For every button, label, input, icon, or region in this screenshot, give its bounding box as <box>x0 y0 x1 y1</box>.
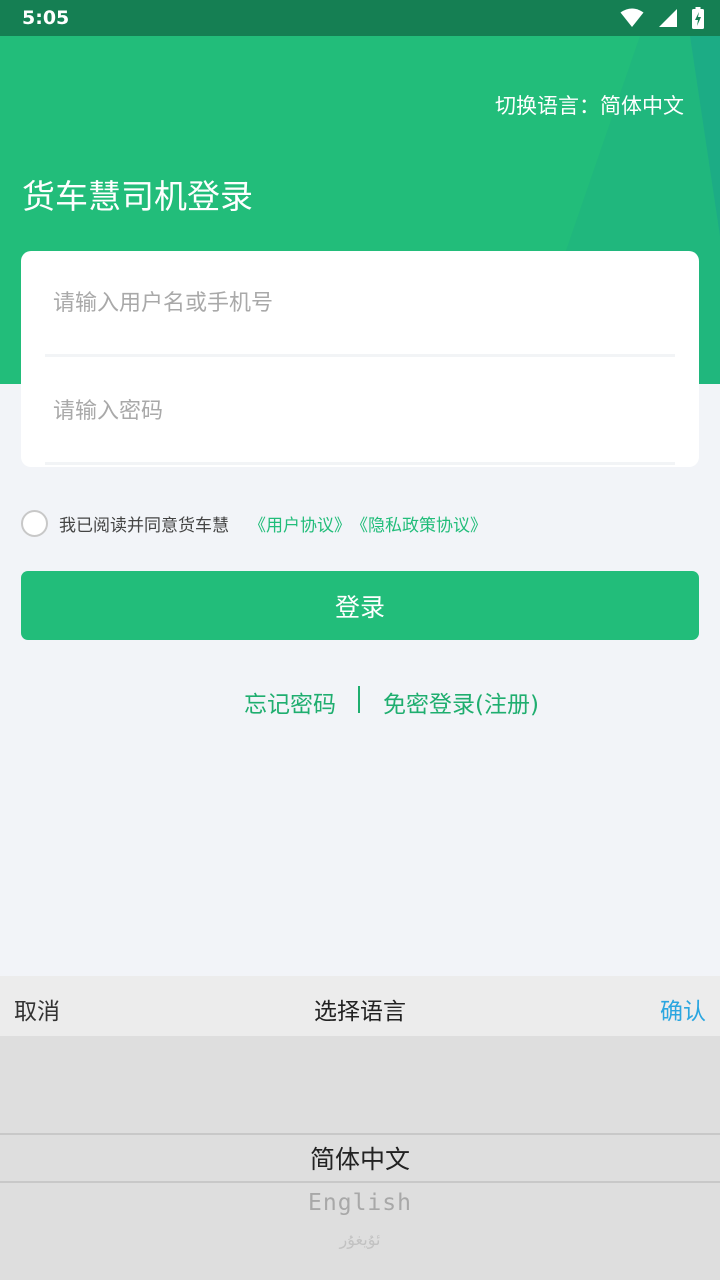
language-picker-toolbar: 选择语言 取消 确认 <box>0 976 720 1036</box>
status-bar: 5:05 <box>0 0 720 36</box>
page-title: 货车慧司机登录 <box>22 177 253 216</box>
language-switch[interactable]: 切换语言： 简体中文 <box>495 90 684 120</box>
agreement-text: 我已阅读并同意货车慧 <box>59 515 229 536</box>
picker-option-uyghur[interactable]: ئۇيغۇر <box>0 1230 720 1249</box>
username-input[interactable] <box>53 279 653 327</box>
login-card <box>21 251 699 467</box>
battery-icon <box>692 7 704 29</box>
user-agreement-link[interactable]: 《用户协议》 <box>249 511 351 536</box>
status-time: 5:05 <box>22 7 70 29</box>
language-picker-wheel[interactable]: 简体中文 English ئۇيغۇر <box>0 1036 720 1280</box>
language-picker-title: 选择语言 <box>314 999 406 1025</box>
agreement-row: 我已阅读并同意货车慧 《用户协议》 《隐私政策协议》 <box>21 509 487 537</box>
link-divider <box>358 686 360 713</box>
picker-cancel-button[interactable]: 取消 <box>14 992 60 1026</box>
picker-selection-line-bottom <box>0 1181 720 1183</box>
privacy-policy-link[interactable]: 《隐私政策协议》 <box>351 511 487 536</box>
username-field <box>45 251 675 357</box>
forgot-password-link[interactable]: 忘记密码 <box>244 685 336 719</box>
passwordless-login-link[interactable]: 免密登录(注册) <box>383 685 539 719</box>
picker-option-english[interactable]: English <box>0 1190 720 1216</box>
picker-option-simplified-chinese[interactable]: 简体中文 <box>0 1140 720 1176</box>
login-button[interactable]: 登录 <box>21 571 699 640</box>
password-field <box>45 359 675 465</box>
password-input[interactable] <box>53 387 653 435</box>
status-icons <box>620 7 704 29</box>
wifi-icon <box>620 8 644 27</box>
signal-icon <box>659 9 677 27</box>
agreement-checkbox[interactable] <box>21 509 48 537</box>
language-switch-label: 切换语言： <box>495 94 600 118</box>
language-switch-value: 简体中文 <box>600 94 684 118</box>
picker-confirm-button[interactable]: 确认 <box>660 992 706 1026</box>
picker-selection-line-top <box>0 1133 720 1135</box>
